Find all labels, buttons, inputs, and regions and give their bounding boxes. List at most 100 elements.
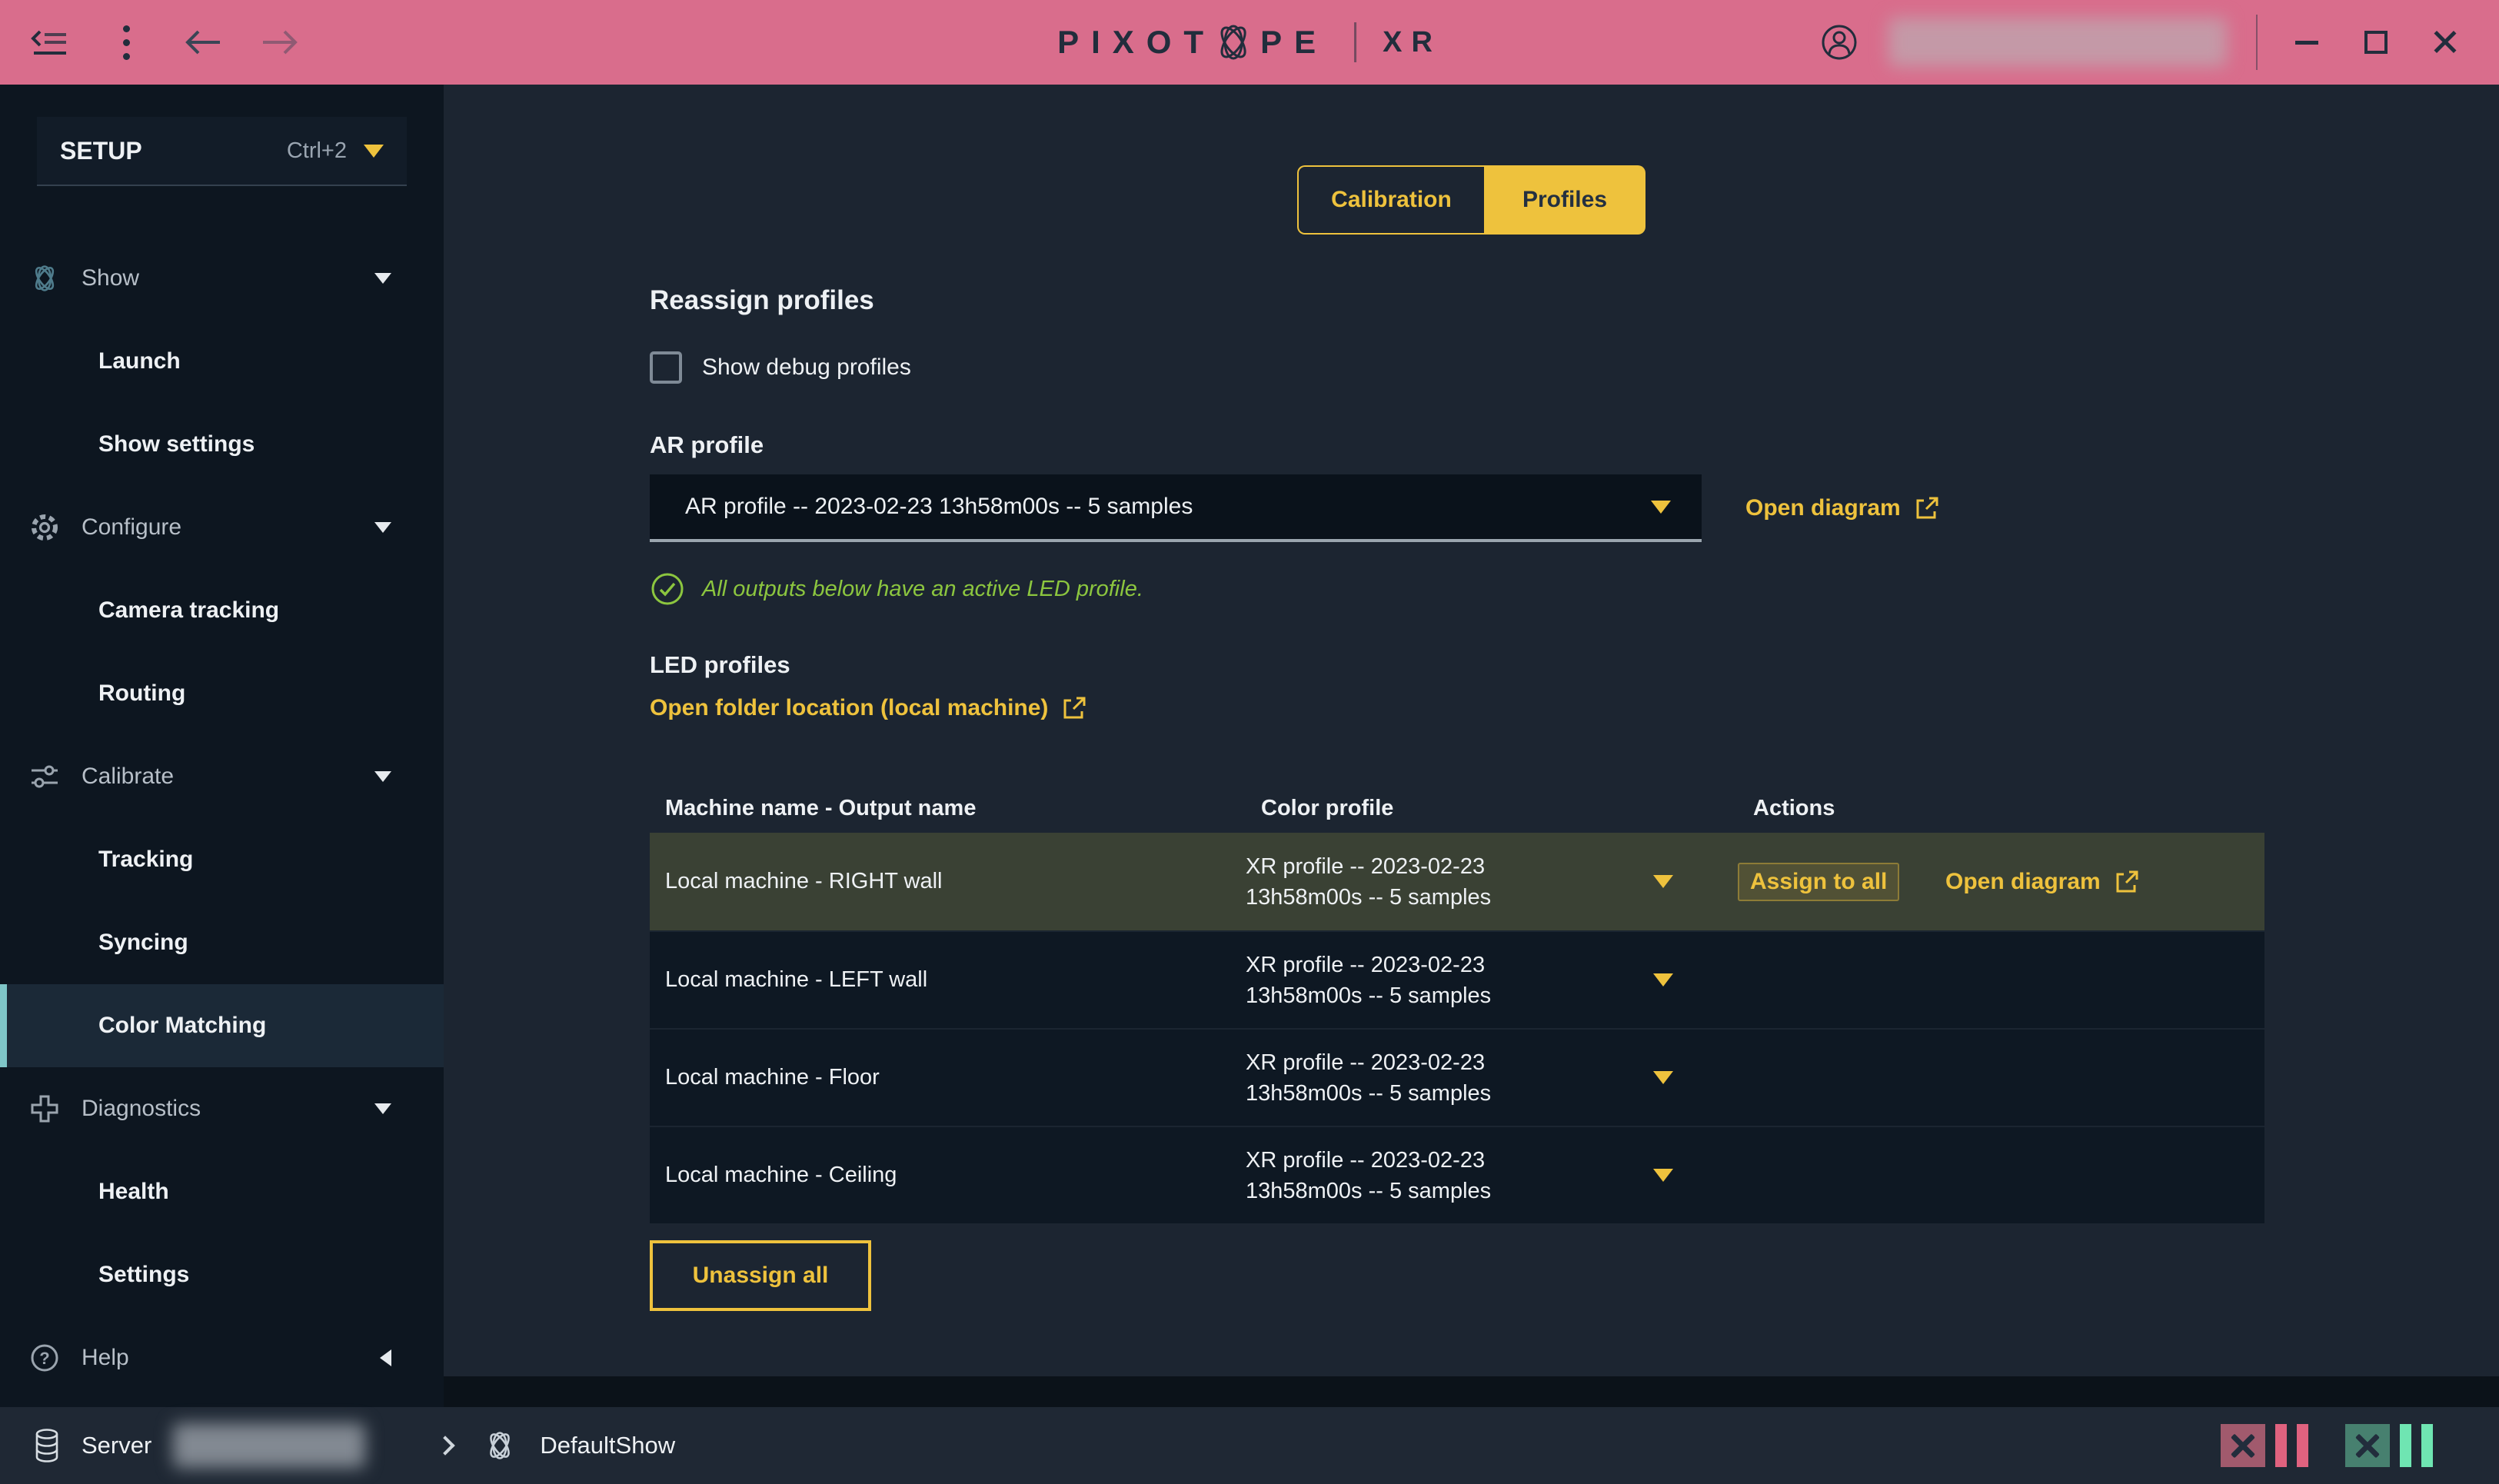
ar-profile-selected-value: AR profile -- 2023-02-23 13h58m00s -- 5 … xyxy=(685,494,1193,520)
sidebar-item-label: Help xyxy=(82,1345,129,1371)
machine-output-name: Local machine - Floor xyxy=(665,1065,1246,1090)
sidebar-item-launch[interactable]: Launch xyxy=(0,320,444,403)
chevron-down-icon xyxy=(1653,1169,1673,1182)
led-profiles-title: LED profiles xyxy=(650,651,2264,679)
x-icon xyxy=(2230,1432,2256,1459)
titlebar: PIXOT PE XR xyxy=(0,0,2499,85)
ar-profile-row: AR profile -- 2023-02-23 13h58m00s -- 5 … xyxy=(650,474,2264,542)
sidebar-item-show[interactable]: Show xyxy=(0,237,444,320)
sidebar-item-label: Camera tracking xyxy=(28,597,279,624)
color-profile-value: XR profile -- 2023-02-23 13h58m00s -- 5 … xyxy=(1246,851,1491,913)
collapse-sidebar-icon xyxy=(31,28,68,57)
titlebar-right-controls xyxy=(1819,0,2499,85)
collapse-sidebar-button[interactable] xyxy=(29,22,69,62)
app-logo: PIXOT PE XR xyxy=(1057,0,1442,85)
sidebar-item-calibrate[interactable]: Calibrate xyxy=(0,735,444,818)
engine-stop-red-button[interactable] xyxy=(2221,1424,2265,1467)
arrow-left-icon xyxy=(183,28,223,56)
ar-profile-select[interactable]: AR profile -- 2023-02-23 13h58m00s -- 5 … xyxy=(650,474,1702,542)
sidebar-item-show-settings[interactable]: Show settings xyxy=(0,403,444,486)
tab-profiles[interactable]: Profiles xyxy=(1484,165,1645,235)
engine-bar-red[interactable] xyxy=(2275,1424,2287,1467)
color-profile-line2: 13h58m00s -- 5 samples xyxy=(1246,1081,1491,1106)
overflow-menu-button[interactable] xyxy=(106,22,146,62)
sidebar-item-label: Settings xyxy=(28,1262,189,1288)
sidebar-item-syncing[interactable]: Syncing xyxy=(0,901,444,984)
external-link-icon xyxy=(1060,694,1088,722)
kebab-menu-icon xyxy=(123,25,130,60)
table-row: Local machine - Floor XR profile -- 2023… xyxy=(650,1028,2264,1126)
column-header-actions: Actions xyxy=(1753,796,2264,821)
color-profile-value: XR profile -- 2023-02-23 13h58m00s -- 5 … xyxy=(1246,1047,1491,1109)
sidebar-item-color-matching[interactable]: Color Matching xyxy=(0,984,444,1067)
statusbar-breadcrumb: Server DefaultShow xyxy=(0,1423,675,1468)
main-panel: Calibration Profiles Reassign profiles S… xyxy=(444,85,2499,1376)
statusbar: Server DefaultShow xyxy=(0,1407,2499,1484)
row-profile-dropdown-caret[interactable] xyxy=(1645,875,1738,888)
server-label[interactable]: Server xyxy=(82,1432,151,1459)
sidebar-item-tracking[interactable]: Tracking xyxy=(0,818,444,901)
row-color-profile-select[interactable]: XR profile -- 2023-02-23 13h58m00s -- 5 … xyxy=(1246,1047,1645,1109)
brand-text-left: PIXOT xyxy=(1057,24,1216,61)
row-profile-dropdown-caret[interactable] xyxy=(1645,1071,1738,1084)
sidebar-item-routing[interactable]: Routing xyxy=(0,652,444,735)
row-color-profile-select[interactable]: XR profile -- 2023-02-23 13h58m00s -- 5 … xyxy=(1246,851,1645,913)
open-folder-location-link[interactable]: Open folder location (local machine) xyxy=(650,694,1088,722)
nav-forward-button[interactable] xyxy=(260,22,300,62)
brand-divider xyxy=(1354,22,1356,62)
sidebar-item-label: Tracking xyxy=(28,847,193,873)
chevron-down-icon xyxy=(374,771,391,782)
user-email-redacted[interactable] xyxy=(1888,18,2227,67)
engine-bar-green[interactable] xyxy=(2400,1424,2411,1467)
color-profile-value: XR profile -- 2023-02-23 13h58m00s -- 5 … xyxy=(1246,950,1491,1011)
current-show-name[interactable]: DefaultShow xyxy=(540,1432,675,1459)
user-account-button[interactable] xyxy=(1819,22,1859,62)
row-open-diagram-link[interactable]: Open diagram xyxy=(1945,868,2264,896)
sidebar-item-health[interactable]: Health xyxy=(0,1150,444,1233)
window-minimize-button[interactable] xyxy=(2287,22,2327,62)
sidebar-item-camera-tracking[interactable]: Camera tracking xyxy=(0,569,444,652)
color-profile-line1: XR profile -- 2023-02-23 xyxy=(1246,854,1485,879)
unassign-all-button[interactable]: Unassign all xyxy=(650,1240,871,1311)
nav-back-button[interactable] xyxy=(183,22,223,62)
row-profile-dropdown-caret[interactable] xyxy=(1645,1169,1738,1182)
ar-profile-label: AR profile xyxy=(650,431,2264,459)
server-name-redacted[interactable] xyxy=(173,1423,365,1468)
row-color-profile-select[interactable]: XR profile -- 2023-02-23 13h58m00s -- 5 … xyxy=(1246,1145,1645,1206)
svg-text:?: ? xyxy=(39,1349,49,1368)
row-profile-dropdown-caret[interactable] xyxy=(1645,973,1738,987)
sidebar-item-label: Diagnostics xyxy=(82,1096,201,1122)
atom-logo-icon xyxy=(1211,20,1256,65)
folder-link-row: Open folder location (local machine) xyxy=(650,694,2264,722)
open-diagram-link[interactable]: Open diagram xyxy=(1745,494,1941,522)
color-profile-line2: 13h58m00s -- 5 samples xyxy=(1246,1179,1491,1203)
help-icon: ? xyxy=(28,1342,62,1374)
tab-calibration[interactable]: Calibration xyxy=(1297,165,1484,235)
sidebar-item-settings[interactable]: Settings xyxy=(0,1233,444,1316)
maximize-icon xyxy=(2364,31,2388,54)
sidebar-menu: Show Launch Show settings Configure Came… xyxy=(0,237,444,1399)
show-debug-profiles-checkbox[interactable] xyxy=(650,351,682,384)
sidebar-item-label: Launch xyxy=(28,348,181,374)
mode-selector[interactable]: SETUP Ctrl+2 xyxy=(37,117,407,186)
window-maximize-button[interactable] xyxy=(2356,22,2396,62)
assign-to-all-button[interactable]: Assign to all xyxy=(1738,863,1899,901)
external-link-icon xyxy=(1913,494,1941,522)
table-header: Machine name - Output name Color profile… xyxy=(650,784,2264,833)
sidebar-item-label: Health xyxy=(28,1179,169,1205)
sliders-icon xyxy=(28,760,62,793)
table-body: Local machine - RIGHT wall XR profile --… xyxy=(650,833,2264,1223)
row-color-profile-select[interactable]: XR profile -- 2023-02-23 13h58m00s -- 5 … xyxy=(1246,950,1645,1011)
engine-bar-green[interactable] xyxy=(2421,1424,2433,1467)
color-profile-line2: 13h58m00s -- 5 samples xyxy=(1246,983,1491,1008)
engine-bar-red[interactable] xyxy=(2297,1424,2308,1467)
sidebar-item-configure[interactable]: Configure xyxy=(0,486,444,569)
window-controls-divider xyxy=(2256,15,2258,70)
window-close-button[interactable] xyxy=(2425,22,2465,62)
sidebar-item-help[interactable]: ? Help xyxy=(0,1316,444,1399)
sidebar-item-diagnostics[interactable]: Diagnostics xyxy=(0,1067,444,1150)
sidebar-item-label: Routing xyxy=(28,680,185,707)
table-row: Local machine - Ceiling XR profile -- 20… xyxy=(650,1126,2264,1223)
engine-stop-green-button[interactable] xyxy=(2345,1424,2390,1467)
color-profile-line1: XR profile -- 2023-02-23 xyxy=(1246,1050,1485,1075)
